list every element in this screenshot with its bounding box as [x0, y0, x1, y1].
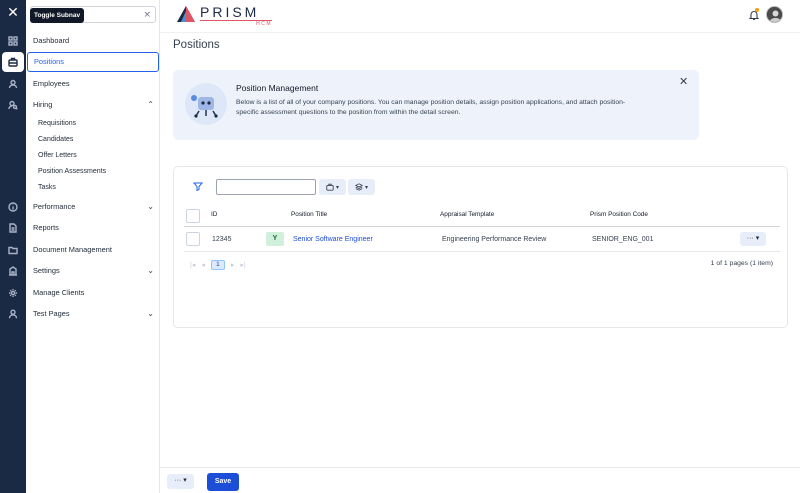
- subnav: × Dashboard Positions Employees Hiring ⌃…: [26, 0, 160, 493]
- nav-settings[interactable]: Settings ⌄: [26, 261, 160, 281]
- icon-rail: ✕: [0, 0, 26, 493]
- briefcase-icon: [326, 183, 334, 191]
- cell-id: 12345: [212, 236, 232, 243]
- logo-text: PRISM: [200, 4, 260, 20]
- robot-illustration-icon: [185, 83, 227, 125]
- nav-positions[interactable]: Positions: [27, 52, 159, 72]
- select-all-checkbox[interactable]: [186, 209, 200, 223]
- column-header-template[interactable]: Appraisal Template: [440, 211, 494, 218]
- chevron-up-icon[interactable]: ⌃: [147, 95, 154, 115]
- notification-dot: [755, 8, 759, 12]
- nav-reports-label: Reports: [33, 223, 59, 232]
- briefcase-icon[interactable]: [2, 52, 24, 72]
- next-page-button[interactable]: ▸: [231, 261, 235, 269]
- row-actions-button[interactable]: ··· ▾: [740, 232, 766, 246]
- document-icon[interactable]: [5, 221, 21, 235]
- close-banner-icon[interactable]: ✕: [679, 75, 688, 88]
- chevron-down-icon[interactable]: ⌄: [147, 261, 154, 281]
- grid-search-input[interactable]: [216, 179, 316, 195]
- nav-manage-clients[interactable]: Manage Clients: [26, 283, 160, 303]
- nav-candidates[interactable]: Candidates: [38, 133, 73, 147]
- toggle-subnav-tooltip: Toggle Subnav: [30, 8, 85, 23]
- user-avatar[interactable]: [766, 6, 783, 23]
- header-divider: [184, 226, 780, 227]
- filter-icon[interactable]: [192, 181, 204, 192]
- clear-search-icon[interactable]: ×: [143, 8, 151, 22]
- nav-dashboard-label: Dashboard: [33, 36, 70, 45]
- info-banner: Position Management Below is a list of a…: [173, 70, 699, 140]
- close-subnav-icon[interactable]: ✕: [0, 4, 26, 24]
- column-header-title[interactable]: Position Title: [291, 211, 327, 218]
- nav-offer-letters[interactable]: Offer Letters: [38, 149, 77, 163]
- gear-icon[interactable]: [5, 286, 21, 300]
- position-title-link[interactable]: Senior Software Engineer: [293, 236, 373, 243]
- cell-code: SENIOR_ENG_001: [592, 236, 654, 243]
- prism-logo-icon: [177, 6, 195, 22]
- banner-title: Position Management: [236, 83, 319, 93]
- nav-performance-label: Performance: [33, 202, 76, 211]
- nav-requisitions[interactable]: Requisitions: [38, 117, 76, 131]
- last-page-button[interactable]: ▸|: [240, 261, 245, 269]
- user-icon[interactable]: [5, 77, 21, 91]
- cell-template: Engineering Performance Review: [442, 236, 547, 243]
- building-icon[interactable]: [5, 264, 21, 278]
- status-badge: Y: [266, 232, 284, 246]
- info-icon[interactable]: [5, 200, 21, 214]
- folder-icon[interactable]: [5, 243, 21, 257]
- top-header: PRISM HCM: [160, 0, 800, 33]
- nav-document-management-label: Document Management: [33, 245, 112, 254]
- nav-position-assessments[interactable]: Position Assessments: [38, 165, 106, 179]
- prev-page-button[interactable]: ◂: [201, 261, 205, 269]
- page-number-button[interactable]: 1: [210, 260, 225, 270]
- layers-icon: [354, 183, 363, 191]
- first-page-button[interactable]: |◂: [190, 261, 195, 269]
- page-title: Positions: [173, 39, 220, 51]
- user-search-icon[interactable]: [5, 98, 21, 112]
- prism-logo[interactable]: PRISM HCM: [176, 5, 272, 27]
- nav-hiring-label: Hiring: [33, 100, 53, 109]
- banner-description: Below is a list of all of your company p…: [236, 99, 626, 116]
- column-header-code[interactable]: Prism Position Code: [590, 211, 648, 218]
- footer-bar: ··· ▾ Save: [160, 467, 800, 493]
- nav-employees[interactable]: Employees: [26, 74, 160, 94]
- save-button[interactable]: Save: [207, 473, 239, 491]
- nav-test-pages-label: Test Pages: [33, 309, 70, 318]
- nav-tasks[interactable]: Tasks: [38, 181, 56, 195]
- nav-performance[interactable]: Performance ⌄: [26, 197, 160, 217]
- nav-reports[interactable]: Reports: [26, 218, 160, 238]
- positions-grid: ▾ ▾ ID Position Title Appraisal Template…: [173, 166, 788, 328]
- nav-settings-label: Settings: [33, 266, 60, 275]
- logo-subtext: HCM: [200, 20, 272, 27]
- notification-bell-icon[interactable]: [748, 8, 760, 21]
- row-divider: [184, 251, 780, 252]
- person-icon[interactable]: [5, 307, 21, 321]
- nav-hiring[interactable]: Hiring ⌃: [26, 95, 160, 115]
- briefcase-dropdown-button[interactable]: ▾: [319, 179, 346, 195]
- nav-dashboard[interactable]: Dashboard: [26, 31, 160, 51]
- nav-document-management[interactable]: Document Management: [26, 240, 160, 260]
- pager-info: 1 of 1 pages (1 item): [710, 260, 773, 267]
- nav-employees-label: Employees: [33, 79, 70, 88]
- chevron-down-icon: ▾: [364, 184, 368, 191]
- chevron-down-icon[interactable]: ⌄: [147, 197, 154, 217]
- nav-manage-clients-label: Manage Clients: [33, 288, 85, 297]
- chevron-down-icon[interactable]: ⌄: [147, 304, 154, 324]
- column-header-id[interactable]: ID: [211, 211, 217, 218]
- chevron-down-icon: ▾: [335, 184, 339, 191]
- nav-positions-label: Positions: [34, 57, 64, 66]
- row-checkbox[interactable]: [186, 232, 200, 246]
- layers-dropdown-button[interactable]: ▾: [348, 179, 375, 195]
- nav-test-pages[interactable]: Test Pages ⌄: [26, 304, 160, 324]
- more-actions-button[interactable]: ··· ▾: [167, 474, 194, 489]
- pager: |◂ ◂ 1 ▸ ▸|: [190, 259, 246, 271]
- dashboard-icon[interactable]: [5, 34, 21, 48]
